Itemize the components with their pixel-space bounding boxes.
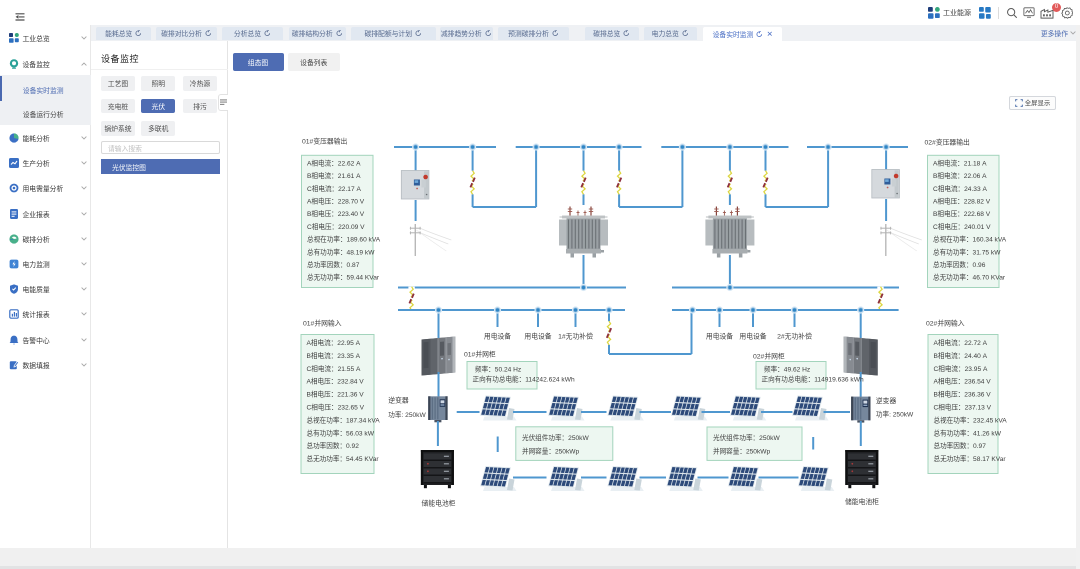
svg-text:B相电流：21.61 A: B相电流：21.61 A — [307, 171, 361, 180]
svg-text:总功率因数：0.92: 总功率因数：0.92 — [307, 441, 360, 450]
svg-text:总功率因数：0.96: 总功率因数：0.96 — [933, 260, 986, 269]
svg-text:A相电压：236.54 V: A相电压：236.54 V — [934, 377, 992, 386]
svg-text:C相电压：232.65 V: C相电压：232.65 V — [307, 403, 365, 412]
svg-text:B相电流：24.40 A: B相电流：24.40 A — [934, 351, 988, 360]
svg-text:总视在功率：232.45 kVA: 总视在功率：232.45 kVA — [934, 415, 1008, 424]
svg-text:总无功功率：58.17 KVar: 总无功功率：58.17 KVar — [934, 454, 1007, 463]
svg-text:A相电压：232.84 V: A相电压：232.84 V — [307, 377, 365, 386]
svg-text:B相电流：23.35 A: B相电流：23.35 A — [307, 351, 361, 360]
svg-text:总有功功率：48.19 kW: 总有功功率：48.19 kW — [307, 247, 375, 256]
svg-text:正向有功总电能：114242.624 kWh: 正向有功总电能：114242.624 kWh — [473, 375, 575, 384]
svg-text:总有功功率：31.75 kW: 总有功功率：31.75 kW — [933, 247, 1001, 256]
svg-text:功率: 250kW: 功率: 250kW — [388, 410, 426, 419]
svg-text:总有功功率：41.26 kW: 总有功功率：41.26 kW — [934, 428, 1002, 437]
svg-text:总功率因数：0.87: 总功率因数：0.87 — [307, 260, 360, 269]
svg-text:用电设备: 用电设备 — [706, 332, 733, 341]
svg-text:A相电压：228.70 V: A相电压：228.70 V — [307, 197, 365, 206]
svg-text:用电设备: 用电设备 — [524, 332, 551, 341]
svg-text:B相电压：236.36 V: B相电压：236.36 V — [934, 390, 992, 399]
svg-text:光伏组件功率：250kW: 光伏组件功率：250kW — [522, 433, 589, 442]
svg-text:总视在功率：189.60 kVA: 总视在功率：189.60 kVA — [307, 235, 381, 244]
svg-text:A相电流：22.62 A: A相电流：22.62 A — [307, 159, 361, 168]
svg-text:并网容量：250kWp: 并网容量：250kWp — [522, 447, 579, 456]
svg-text:总无功功率：59.44 KVar: 总无功功率：59.44 KVar — [307, 273, 380, 282]
svg-text:1#无功补偿: 1#无功补偿 — [558, 332, 593, 341]
svg-text:逆变器: 逆变器 — [388, 396, 409, 405]
svg-text:用电设备: 用电设备 — [484, 332, 511, 341]
svg-text:02#变压器输出: 02#变压器输出 — [925, 138, 971, 147]
svg-text:总无功功率：54.45 KVar: 总无功功率：54.45 KVar — [307, 454, 380, 463]
svg-text:C相电压：237.13 V: C相电压：237.13 V — [934, 403, 992, 412]
svg-text:B相电压：223.40 V: B相电压：223.40 V — [307, 209, 365, 218]
svg-text:A相电流：22.72 A: A相电流：22.72 A — [934, 338, 988, 347]
svg-text:B相电压：221.36 V: B相电压：221.36 V — [307, 390, 365, 399]
svg-text:C相电流：24.33 A: C相电流：24.33 A — [933, 184, 987, 193]
svg-text:频率：49.62 Hz: 频率：49.62 Hz — [764, 365, 810, 374]
svg-text:2#无功补偿: 2#无功补偿 — [777, 332, 812, 341]
svg-text:A相电流：21.18 A: A相电流：21.18 A — [933, 159, 987, 168]
svg-text:C相电压：240.01 V: C相电压：240.01 V — [933, 222, 991, 231]
svg-text:正向有功总电能：114919.636 kWh: 正向有功总电能：114919.636 kWh — [762, 375, 864, 384]
svg-text:总视在功率：187.34 kVA: 总视在功率：187.34 kVA — [307, 415, 381, 424]
svg-text:总视在功率：160.34 kVA: 总视在功率：160.34 kVA — [933, 235, 1007, 244]
svg-text:01#并网柜: 01#并网柜 — [464, 350, 496, 359]
svg-text:02#并网柜: 02#并网柜 — [753, 352, 785, 361]
svg-text:A相电压：228.82 V: A相电压：228.82 V — [933, 197, 991, 206]
svg-text:逆变器: 逆变器 — [876, 396, 897, 405]
svg-text:光伏组件功率：250kW: 光伏组件功率：250kW — [713, 433, 780, 442]
svg-text:C相电流：23.95 A: C相电流：23.95 A — [934, 364, 988, 373]
svg-text:频率：50.24 Hz: 频率：50.24 Hz — [475, 365, 521, 374]
svg-text:总功率因数：0.97: 总功率因数：0.97 — [934, 441, 987, 450]
svg-text:C相电压：220.09 V: C相电压：220.09 V — [307, 222, 365, 231]
svg-text:A相电流：22.95 A: A相电流：22.95 A — [307, 338, 361, 347]
svg-text:01#变压器输出: 01#变压器输出 — [302, 137, 348, 146]
svg-text:功率: 250kW: 功率: 250kW — [876, 410, 914, 419]
svg-text:B相电压：222.68 V: B相电压：222.68 V — [933, 209, 991, 218]
svg-text:储能电池柜: 储能电池柜 — [845, 497, 879, 506]
svg-text:储能电池柜: 储能电池柜 — [422, 499, 456, 508]
svg-text:B相电流：22.06 A: B相电流：22.06 A — [933, 171, 987, 180]
svg-text:02#并网输入: 02#并网输入 — [926, 319, 965, 328]
svg-text:用电设备: 用电设备 — [739, 332, 766, 341]
svg-text:总有功功率：56.03 kW: 总有功功率：56.03 kW — [307, 428, 375, 437]
svg-text:C相电流：22.17 A: C相电流：22.17 A — [307, 184, 361, 193]
svg-text:01#并网输入: 01#并网输入 — [303, 319, 342, 328]
svg-text:C相电流：21.55 A: C相电流：21.55 A — [307, 364, 361, 373]
svg-text:总无功功率：46.70 KVar: 总无功功率：46.70 KVar — [933, 273, 1006, 282]
svg-text:并网容量：250kWp: 并网容量：250kWp — [713, 447, 770, 456]
